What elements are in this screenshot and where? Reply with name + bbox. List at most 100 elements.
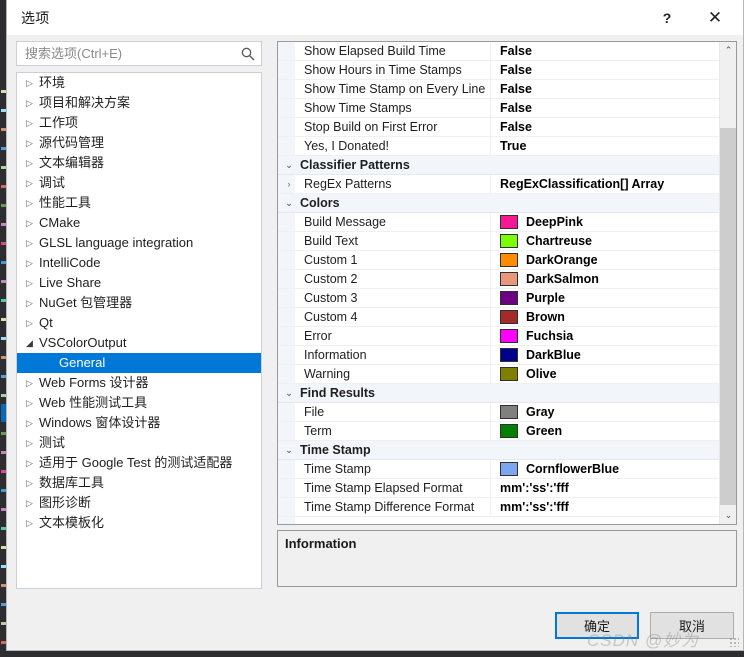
chevron-right-icon[interactable]: ▷ xyxy=(26,513,33,533)
sidebar-item[interactable]: ▷ 适用于 Google Test 的测试适配器 xyxy=(17,453,261,473)
help-button[interactable]: ? xyxy=(645,0,689,35)
chevron-right-icon[interactable]: ▷ xyxy=(26,433,33,453)
property-row[interactable]: Build Message DeepPink xyxy=(278,213,719,232)
property-value[interactable]: False xyxy=(500,42,532,61)
property-row[interactable]: Show Hours in Time Stamps False xyxy=(278,61,719,80)
cancel-button[interactable]: 取消 xyxy=(650,612,734,639)
property-value[interactable]: Green xyxy=(526,422,562,441)
property-value[interactable]: DarkBlue xyxy=(526,346,581,365)
color-swatch[interactable] xyxy=(500,234,518,248)
sidebar-item[interactable]: ▷ 测试 xyxy=(17,433,261,453)
chevron-down-icon[interactable]: ⌄ xyxy=(282,441,296,460)
property-value[interactable]: False xyxy=(500,61,532,80)
property-row[interactable]: Yes, I Donated! True xyxy=(278,137,719,156)
sidebar-item[interactable]: ▷ 源代码管理 xyxy=(17,133,261,153)
sidebar-item[interactable]: ▷ 数据库工具 xyxy=(17,473,261,493)
scroll-down-icon[interactable]: ⌄ xyxy=(720,507,736,524)
chevron-right-icon[interactable]: ▷ xyxy=(26,233,33,253)
sidebar-item[interactable]: ▷ Web 性能测试工具 xyxy=(17,393,261,413)
search-input[interactable] xyxy=(23,42,235,65)
chevron-right-icon[interactable]: ▷ xyxy=(26,93,33,113)
chevron-right-icon[interactable]: ▷ xyxy=(26,473,33,493)
close-icon[interactable]: ✕ xyxy=(693,0,737,35)
chevron-right-icon[interactable]: › xyxy=(282,175,296,194)
property-row[interactable]: Custom 4 Brown xyxy=(278,308,719,327)
property-row[interactable]: Show Time Stamp on Every Line False xyxy=(278,80,719,99)
chevron-right-icon[interactable]: ▷ xyxy=(26,113,33,133)
color-swatch[interactable] xyxy=(500,405,518,419)
chevron-right-icon[interactable]: ▷ xyxy=(26,273,33,293)
scroll-up-icon[interactable]: ⌃ xyxy=(720,42,736,59)
property-row[interactable]: Time Stamp Elapsed Format mm':'ss':'fff xyxy=(278,479,719,498)
sidebar-item[interactable]: ▷ Windows 窗体设计器 xyxy=(17,413,261,433)
property-value[interactable]: DeepPink xyxy=(526,213,583,232)
property-row[interactable]: Stop Build on First Error False xyxy=(278,118,719,137)
chevron-right-icon[interactable]: ▷ xyxy=(26,313,33,333)
property-value[interactable]: Olive xyxy=(526,365,557,384)
chevron-right-icon[interactable]: ▷ xyxy=(26,393,33,413)
property-value[interactable]: DarkOrange xyxy=(526,251,598,270)
sidebar-item[interactable]: ▷ 文本编辑器 xyxy=(17,153,261,173)
options-category-tree[interactable]: ▷ 环境 ▷ 项目和解决方案 ▷ 工作项 ▷ 源代码管理 ▷ 文本编辑器 ▷ 调试 ▷ 性能工具 ▷ CMak… xyxy=(16,72,262,589)
search-box[interactable] xyxy=(16,41,262,66)
property-value[interactable]: CornflowerBlue xyxy=(526,460,619,479)
sidebar-item[interactable]: ▷ CMake xyxy=(17,213,261,233)
chevron-down-icon[interactable]: ⌄ xyxy=(282,194,296,213)
chevron-right-icon[interactable]: ▷ xyxy=(26,73,33,93)
chevron-down-icon[interactable]: ◢ xyxy=(26,333,33,353)
sidebar-item[interactable]: General xyxy=(17,353,261,373)
property-row[interactable]: Warning Olive xyxy=(278,365,719,384)
property-value[interactable]: mm':'ss':'fff xyxy=(500,498,569,517)
sidebar-item[interactable]: ◢ VSColorOutput xyxy=(17,333,261,353)
property-value[interactable]: mm':'ss':'fff xyxy=(500,479,569,498)
property-value[interactable]: Gray xyxy=(526,403,555,422)
property-row[interactable]: Show Elapsed Build Time False xyxy=(278,42,719,61)
property-value[interactable]: Brown xyxy=(526,308,565,327)
property-value[interactable]: False xyxy=(500,80,532,99)
sidebar-item[interactable]: ▷ IntelliCode xyxy=(17,253,261,273)
chevron-down-icon[interactable]: ⌄ xyxy=(282,156,296,175)
resize-grip[interactable] xyxy=(729,637,739,647)
color-swatch[interactable] xyxy=(500,272,518,286)
sidebar-item[interactable]: ▷ 性能工具 xyxy=(17,193,261,213)
color-swatch[interactable] xyxy=(500,253,518,267)
property-row[interactable]: File Gray xyxy=(278,403,719,422)
property-row[interactable]: Time Stamp CornflowerBlue xyxy=(278,460,719,479)
color-swatch[interactable] xyxy=(500,348,518,362)
property-value[interactable]: Chartreuse xyxy=(526,232,592,251)
sidebar-item[interactable]: ▷ 工作项 xyxy=(17,113,261,133)
chevron-right-icon[interactable]: ▷ xyxy=(26,153,33,173)
chevron-right-icon[interactable]: ▷ xyxy=(26,193,33,213)
property-category-row[interactable]: ⌄ Find Results xyxy=(278,384,719,403)
property-row[interactable]: Custom 3 Purple xyxy=(278,289,719,308)
property-row[interactable]: Information DarkBlue xyxy=(278,346,719,365)
chevron-right-icon[interactable]: ▷ xyxy=(26,293,33,313)
property-value[interactable]: False xyxy=(500,99,532,118)
property-category-row[interactable]: ⌄ Time Stamp xyxy=(278,441,719,460)
sidebar-item[interactable]: ▷ 文本模板化 xyxy=(17,513,261,533)
property-row[interactable]: Custom 2 DarkSalmon xyxy=(278,270,719,289)
property-row[interactable]: › RegEx Patterns RegExClassification[] Arr… xyxy=(278,175,719,194)
sidebar-item[interactable]: ▷ GLSL language integration xyxy=(17,233,261,253)
property-category-row[interactable]: ⌄ Classifier Patterns xyxy=(278,156,719,175)
sidebar-item[interactable]: ▷ 调试 xyxy=(17,173,261,193)
property-row[interactable]: Error Fuchsia xyxy=(278,327,719,346)
chevron-right-icon[interactable]: ▷ xyxy=(26,133,33,153)
color-swatch[interactable] xyxy=(500,329,518,343)
property-row[interactable]: Term Green xyxy=(278,422,719,441)
property-category-row[interactable]: ⌄ Colors xyxy=(278,194,719,213)
chevron-right-icon[interactable]: ▷ xyxy=(26,173,33,193)
chevron-right-icon[interactable]: ▷ xyxy=(26,413,33,433)
property-row[interactable]: Show Time Stamps False xyxy=(278,99,719,118)
property-grid[interactable]: Show Elapsed Build Time False Show Hours i… xyxy=(277,41,737,525)
chevron-right-icon[interactable]: ▷ xyxy=(26,453,33,473)
sidebar-item[interactable]: ▷ NuGet 包管理器 xyxy=(17,293,261,313)
scrollbar-thumb[interactable] xyxy=(720,128,736,505)
sidebar-item[interactable]: ▷ Qt xyxy=(17,313,261,333)
chevron-down-icon[interactable]: ⌄ xyxy=(282,384,296,403)
property-value[interactable]: Fuchsia xyxy=(526,327,573,346)
color-swatch[interactable] xyxy=(500,310,518,324)
sidebar-item[interactable]: ▷ 环境 xyxy=(17,73,261,93)
color-swatch[interactable] xyxy=(500,424,518,438)
sidebar-item[interactable]: ▷ Live Share xyxy=(17,273,261,293)
